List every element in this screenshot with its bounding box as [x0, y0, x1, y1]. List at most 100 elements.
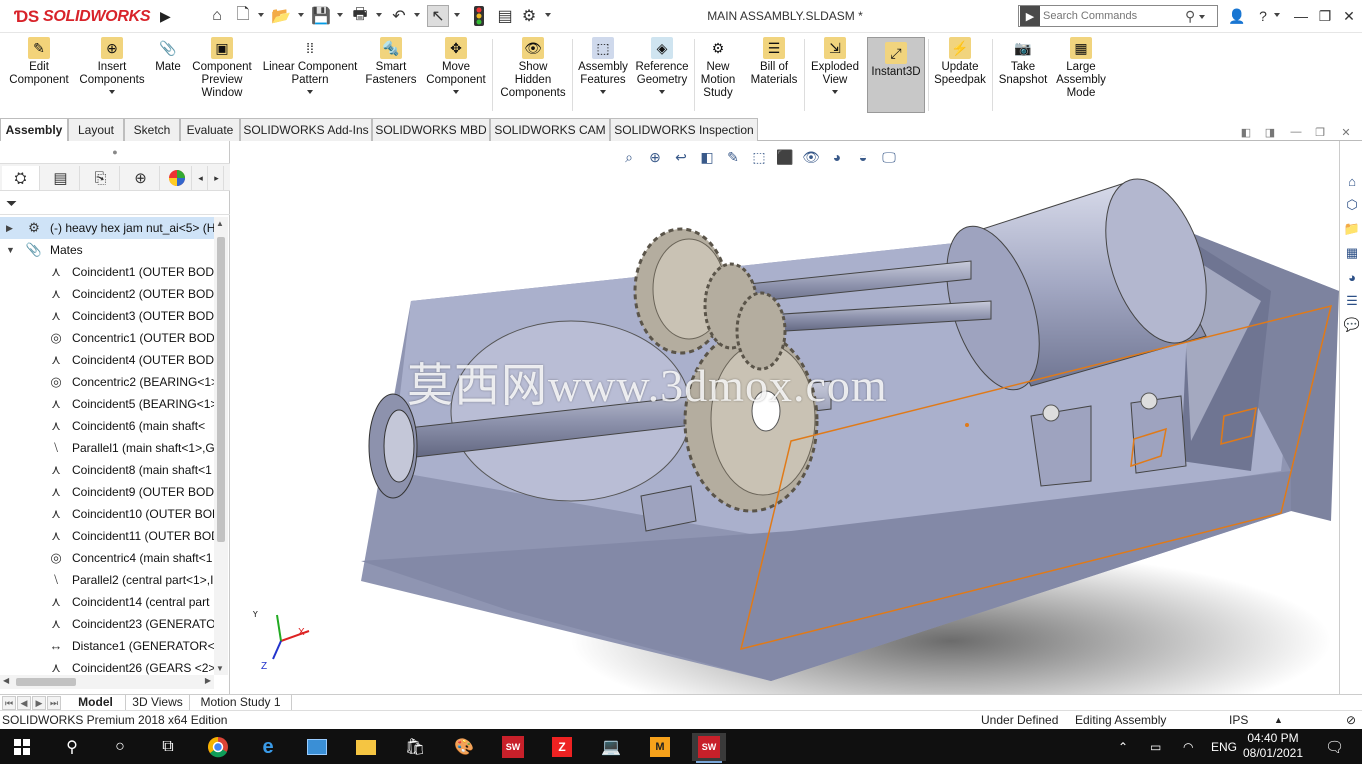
- tree-hscroll-thumb[interactable]: [16, 678, 76, 686]
- scroll-left-icon[interactable]: ◀: [3, 676, 9, 685]
- reference-geometry-dropdown-icon[interactable]: [659, 90, 665, 94]
- first-tab-icon[interactable]: ⏮: [2, 696, 16, 710]
- hide-show-items-icon[interactable]: 👁: [801, 147, 821, 167]
- configuration-manager-tab-icon[interactable]: ⎘: [82, 166, 120, 190]
- undo-icon[interactable]: ↶: [388, 5, 410, 27]
- tree-item-mate[interactable]: ◎ Concentric2 (BEARING<1>: [0, 371, 214, 393]
- system-clock[interactable]: 04:40 PM 08/01/2021: [1242, 731, 1304, 761]
- paint-icon[interactable]: 🎨: [447, 733, 481, 761]
- view-palette-icon[interactable]: ▦: [1342, 243, 1362, 263]
- search-icon[interactable]: ⚲: [1185, 8, 1195, 25]
- select-dropdown-icon[interactable]: [454, 13, 460, 17]
- tree-item-mate[interactable]: ⋏ Coincident5 (BEARING<1>: [0, 393, 214, 415]
- move-component-dropdown-icon[interactable]: [453, 90, 459, 94]
- search-scope-icon[interactable]: ▶: [1020, 6, 1040, 26]
- tab-solidworks-mbd[interactable]: SOLIDWORKS MBD: [372, 118, 490, 141]
- view-next-icon[interactable]: ◨: [1262, 125, 1278, 139]
- tree-scroll-thumb[interactable]: [217, 237, 225, 542]
- next-tab-icon[interactable]: ▶: [32, 696, 46, 710]
- appearances-icon[interactable]: ◕: [1342, 267, 1362, 287]
- tree-item-mates[interactable]: ▼ 📎 Mates: [0, 239, 214, 261]
- dimxpert-manager-tab-icon[interactable]: ⊕: [122, 166, 160, 190]
- panel-grip-icon[interactable]: ●: [0, 141, 230, 163]
- instant3d-button[interactable]: ⤢ Instant3D: [867, 37, 925, 113]
- view-settings-icon[interactable]: 🖵: [879, 147, 899, 167]
- apply-scene-icon[interactable]: ◒: [853, 147, 873, 167]
- tab-solidworks-inspection[interactable]: SOLIDWORKS Inspection: [610, 118, 758, 141]
- unit-system-selector[interactable]: IPS: [1229, 711, 1248, 729]
- chrome-icon[interactable]: [201, 733, 235, 761]
- edit-component-button[interactable]: ✎ Edit Component: [8, 37, 70, 87]
- tab-3d-views[interactable]: 3D Views: [126, 695, 190, 711]
- restore-window-icon[interactable]: ❐: [1314, 6, 1336, 26]
- search-dropdown-icon[interactable]: [1199, 15, 1206, 19]
- view-orientation-icon[interactable]: ⬚: [749, 147, 769, 167]
- new-motion-study-button[interactable]: ⚙ New Motion Study: [696, 37, 740, 100]
- user-account-icon[interactable]: 👤: [1226, 6, 1248, 26]
- tab-layout[interactable]: Layout: [68, 118, 124, 141]
- custom-properties-icon[interactable]: ☰: [1342, 291, 1362, 311]
- store-icon[interactable]: 🛍: [398, 733, 432, 761]
- component-preview-window-button[interactable]: ▣ Component Preview Window: [186, 37, 258, 100]
- menu-expand-arrow-icon[interactable]: ▶: [160, 8, 174, 26]
- select-arrow-icon[interactable]: ↖: [427, 5, 449, 27]
- tab-solidworks-add-ins[interactable]: SOLIDWORKS Add-Ins: [240, 118, 372, 141]
- previous-view-icon[interactable]: ↩: [671, 147, 691, 167]
- last-tab-icon[interactable]: ⏭: [47, 696, 61, 710]
- smart-fasteners-button[interactable]: 🔩 Smart Fasteners: [362, 37, 420, 87]
- tree-item-mate[interactable]: ⧵ Parallel1 (main shaft<1>,G: [0, 437, 214, 459]
- help-dropdown-icon[interactable]: [1274, 13, 1280, 17]
- help-icon[interactable]: ?: [1252, 6, 1274, 26]
- edit-appearance-icon[interactable]: ◕: [827, 147, 847, 167]
- input-language[interactable]: ENG: [1211, 729, 1237, 764]
- show-hidden-components-button[interactable]: 👁 Show Hidden Components: [496, 37, 570, 100]
- tree-item-mate[interactable]: ⧵ Parallel2 (central part<1>,I: [0, 569, 214, 591]
- exploded-view-button[interactable]: ⇲ Exploded View: [806, 37, 864, 94]
- doc-close-icon[interactable]: ✕: [1338, 125, 1354, 139]
- expand-arrow-icon[interactable]: ▶: [6, 217, 16, 239]
- graphics-area[interactable]: ⌕ ⊕ ↩ ◧ ✎ ⬚ ⬛ 👁 ◕ ◒ 🖵 莫西网www.3dmox.com Y…: [231, 141, 1339, 694]
- insert-components-button[interactable]: ⊕ Insert Components: [76, 37, 148, 94]
- units-dropdown-icon[interactable]: ▲: [1274, 711, 1283, 729]
- close-window-icon[interactable]: ✕: [1338, 6, 1360, 26]
- edge-browser-icon[interactable]: e: [251, 733, 285, 761]
- status-resize-grip-icon[interactable]: ⊘: [1346, 711, 1356, 729]
- tree-item-mate[interactable]: ⋏ Coincident14 (central part: [0, 591, 214, 613]
- tab-evaluate[interactable]: Evaluate: [180, 118, 240, 141]
- solidworks-resources-icon[interactable]: ⌂: [1342, 171, 1362, 191]
- tree-item-mate[interactable]: ◎ Concentric4 (main shaft<1: [0, 547, 214, 569]
- take-snapshot-button[interactable]: 📷 Take Snapshot: [994, 37, 1052, 87]
- insert-components-dropdown-icon[interactable]: [109, 90, 115, 94]
- red-app-icon[interactable]: Z: [545, 733, 579, 761]
- tab-scroll-right-icon[interactable]: ▸: [210, 166, 224, 190]
- windows-start-icon[interactable]: [5, 733, 39, 761]
- linear-pattern-dropdown-icon[interactable]: [307, 90, 313, 94]
- tree-item-mate[interactable]: ⋏ Coincident1 (OUTER BODY: [0, 261, 214, 283]
- save-dropdown-icon[interactable]: [337, 13, 343, 17]
- reference-geometry-button[interactable]: ◈ Reference Geometry: [632, 37, 692, 94]
- design-library-icon[interactable]: ⬡: [1342, 195, 1362, 215]
- battery-icon[interactable]: ▭: [1150, 729, 1161, 764]
- tree-item-mate[interactable]: ⋏ Coincident4 (OUTER BODY: [0, 349, 214, 371]
- open-folder-icon[interactable]: 📂: [270, 5, 292, 27]
- mate-button[interactable]: 📎 Mate: [150, 37, 186, 74]
- scroll-down-icon[interactable]: ▼: [216, 664, 224, 673]
- sketch-origin-point[interactable]: [965, 423, 969, 427]
- zoom-to-fit-icon[interactable]: ⌕: [619, 147, 639, 167]
- tree-item-mate[interactable]: ⋏ Coincident11 (OUTER BOD: [0, 525, 214, 547]
- doc-minimize-icon[interactable]: —: [1288, 125, 1304, 139]
- save-icon[interactable]: 💾: [310, 5, 332, 27]
- exploded-view-dropdown-icon[interactable]: [832, 90, 838, 94]
- solidworks-2018-launcher-icon[interactable]: SW: [496, 733, 530, 761]
- filter-funnel-icon[interactable]: ⏷: [6, 195, 17, 212]
- tree-item-mate[interactable]: ↔ Distance1 (GENERATOR<1: [0, 635, 215, 657]
- rebuild-traffic-light-icon[interactable]: [468, 5, 490, 27]
- search-input[interactable]: [1043, 10, 1183, 22]
- task-view-icon[interactable]: ⧉: [151, 733, 185, 761]
- tree-item-mate[interactable]: ⋏ Coincident8 (main shaft<1: [0, 459, 214, 481]
- colorful-app-icon[interactable]: M: [643, 733, 677, 761]
- file-properties-icon[interactable]: ▤: [494, 5, 516, 27]
- tree-vertical-scrollbar[interactable]: ▲ ▼: [214, 217, 228, 675]
- tab-sketch[interactable]: Sketch: [124, 118, 180, 141]
- property-manager-tab-icon[interactable]: ▤: [42, 166, 80, 190]
